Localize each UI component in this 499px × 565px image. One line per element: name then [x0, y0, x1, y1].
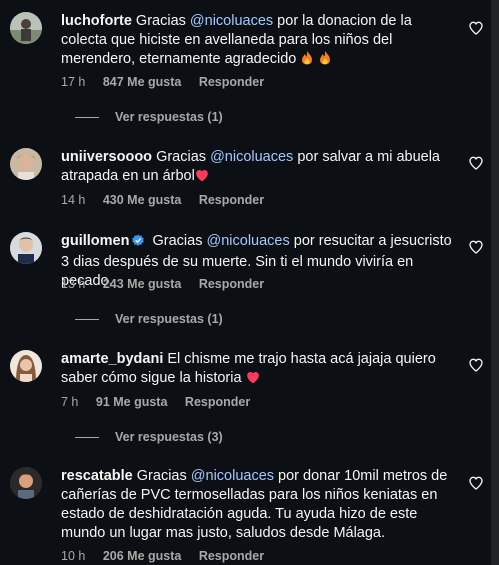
likes-count[interactable]: 430 Me gusta — [103, 193, 182, 207]
avatar[interactable] — [10, 232, 42, 264]
heart-outline-icon[interactable] — [468, 155, 484, 171]
timestamp[interactable]: 17 h — [61, 75, 85, 89]
timestamp[interactable]: 14 h — [61, 193, 85, 207]
fire-emoji-icon — [300, 50, 314, 71]
comment-meta: 13 h 243 Me gusta Responder — [61, 277, 278, 291]
verified-badge-icon — [131, 233, 145, 253]
timestamp[interactable]: 13 h — [61, 277, 85, 291]
username[interactable]: luchoforte — [61, 13, 132, 29]
comment-body: amarte_bydani El chisme me trajo hasta a… — [61, 350, 461, 390]
comment-meta: 7 h 91 Me gusta Responder — [61, 395, 264, 409]
replies-divider — [75, 437, 99, 439]
likes-count[interactable]: 91 Me gusta — [96, 395, 168, 409]
username[interactable]: guillomen — [61, 233, 129, 249]
mention-link[interactable]: @nicoluaces — [190, 13, 273, 29]
reply-button[interactable]: Responder — [199, 549, 264, 563]
username[interactable]: rescatable — [61, 468, 133, 484]
replies-divider — [75, 319, 99, 321]
username[interactable]: uniiversoooo — [61, 149, 152, 165]
comment-meta: 14 h 430 Me gusta Responder — [61, 193, 278, 207]
likes-count[interactable]: 206 Me gusta — [103, 549, 182, 563]
reply-button[interactable]: Responder — [199, 193, 264, 207]
mention-link[interactable]: @nicoluaces — [191, 468, 274, 484]
comment-body: luchoforte Gracias @nicoluaces por la do… — [61, 12, 461, 71]
fire-emoji-icon — [318, 50, 332, 71]
mention-link[interactable]: @nicoluaces — [210, 149, 293, 165]
reply-button[interactable]: Responder — [199, 75, 264, 89]
comment-meta: 10 h 206 Me gusta Responder — [61, 549, 278, 563]
view-replies-button[interactable]: Ver respuestas (3) — [75, 430, 223, 444]
mention-link[interactable]: @nicoluaces — [207, 233, 290, 249]
likes-count[interactable]: 243 Me gusta — [103, 277, 182, 291]
heart-outline-icon[interactable] — [468, 20, 484, 36]
heart-emoji-icon — [246, 371, 260, 390]
heart-outline-icon[interactable] — [468, 357, 484, 373]
view-replies-button[interactable]: Ver respuestas (1) — [75, 312, 223, 326]
avatar[interactable] — [10, 12, 42, 44]
reply-button[interactable]: Responder — [199, 277, 264, 291]
heart-outline-icon[interactable] — [468, 239, 484, 255]
scroll-edge — [491, 0, 499, 565]
view-replies-button[interactable]: Ver respuestas (1) — [75, 110, 223, 124]
replies-divider — [75, 117, 99, 119]
timestamp[interactable]: 7 h — [61, 395, 78, 409]
username[interactable]: amarte_bydani — [61, 351, 163, 367]
reply-button[interactable]: Responder — [185, 395, 250, 409]
comment-meta: 17 h 847 Me gusta Responder — [61, 75, 278, 89]
avatar[interactable] — [10, 467, 42, 499]
comment-body: uniiversoooo Gracias @nicoluaces por sal… — [61, 148, 461, 188]
timestamp[interactable]: 10 h — [61, 549, 85, 563]
likes-count[interactable]: 847 Me gusta — [103, 75, 182, 89]
heart-outline-icon[interactable] — [468, 475, 484, 491]
heart-emoji-icon — [195, 169, 209, 188]
avatar[interactable] — [10, 350, 42, 382]
comment-body: rescatable Gracias @nicoluaces por donar… — [61, 468, 448, 541]
avatar[interactable] — [10, 148, 42, 180]
